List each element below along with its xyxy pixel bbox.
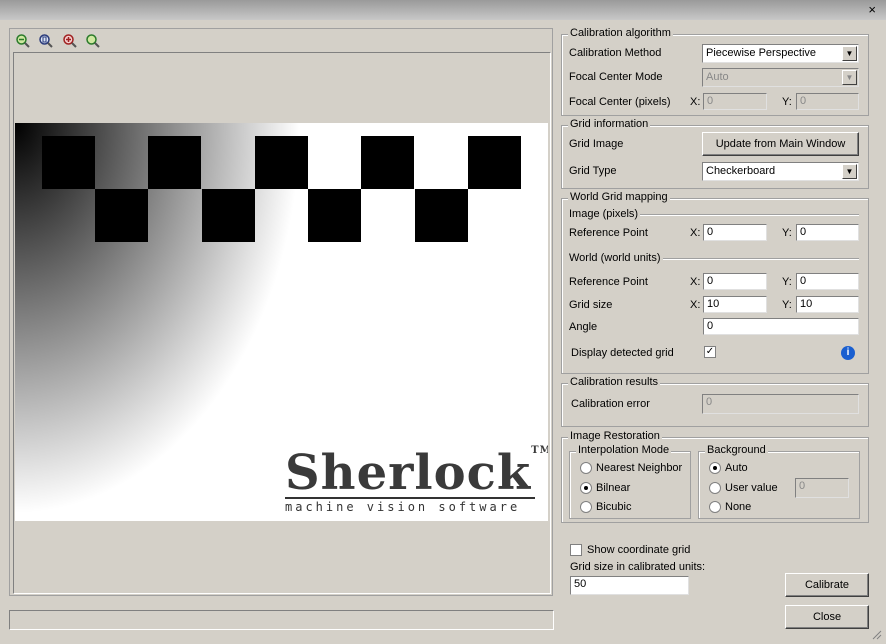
image-reference-x-input[interactable]: 0 bbox=[703, 224, 767, 241]
calibration-method-value: Piecewise Perspective bbox=[706, 47, 817, 59]
group-title: Calibration results bbox=[568, 376, 661, 388]
group-title: Background bbox=[705, 444, 768, 456]
sherlock-logo: SherlockTM machine vision software bbox=[285, 445, 548, 514]
bilinear-radio[interactable] bbox=[580, 482, 592, 494]
chevron-down-icon[interactable]: ▼ bbox=[842, 164, 857, 179]
background-user-value-label: User value bbox=[725, 482, 778, 494]
checker-square bbox=[468, 136, 521, 189]
focal-center-mode-value: Auto bbox=[706, 71, 729, 83]
world-reference-y-input[interactable]: 0 bbox=[796, 273, 859, 290]
angle-label: Angle bbox=[569, 321, 598, 333]
checker-square bbox=[308, 189, 361, 242]
background-none-radio[interactable] bbox=[709, 501, 721, 513]
calibration-method-select[interactable]: Piecewise Perspective ▼ bbox=[702, 44, 859, 63]
x-label: X: bbox=[690, 299, 701, 311]
x-label: X: bbox=[690, 96, 701, 108]
bicubic-label: Bicubic bbox=[596, 501, 632, 513]
group-title: Image Restoration bbox=[568, 430, 662, 442]
close-button[interactable]: Close bbox=[785, 605, 869, 629]
background-auto-label: Auto bbox=[725, 462, 748, 474]
background-user-value-input[interactable]: 0 bbox=[795, 478, 849, 498]
status-bar bbox=[9, 610, 554, 630]
grid-image: SherlockTM machine vision software bbox=[15, 123, 548, 521]
world-reference-x-input[interactable]: 0 bbox=[703, 273, 767, 290]
image-pixels-section-label: Image (pixels) bbox=[569, 208, 639, 220]
background-none-label: None bbox=[725, 501, 752, 513]
focal-center-mode-label: Focal Center Mode bbox=[569, 71, 663, 83]
checker-square bbox=[95, 189, 148, 242]
y-label: Y: bbox=[782, 227, 792, 239]
image-reference-y-input[interactable]: 0 bbox=[796, 224, 859, 241]
grid-size-calibrated-units-input[interactable]: 50 bbox=[570, 576, 689, 595]
grid-size-calibrated-units-label: Grid size in calibrated units: bbox=[570, 561, 706, 573]
checker-square bbox=[148, 136, 201, 189]
background-auto-radio[interactable] bbox=[709, 462, 721, 474]
nearest-neighbor-label: Nearest Neighbor bbox=[596, 462, 683, 474]
focal-center-label: Focal Center (pixels) bbox=[569, 96, 671, 108]
y-label: Y: bbox=[782, 299, 792, 311]
close-window-icon[interactable]: × bbox=[868, 2, 876, 17]
section-separator bbox=[640, 214, 859, 215]
calibrate-button[interactable]: Calibrate bbox=[785, 573, 869, 597]
update-from-main-window-button[interactable]: Update from Main Window bbox=[702, 132, 859, 156]
calibration-method-label: Calibration Method bbox=[569, 47, 662, 59]
angle-input[interactable]: 0 bbox=[703, 318, 859, 335]
background-user-value-radio[interactable] bbox=[709, 482, 721, 494]
chevron-down-icon[interactable]: ▼ bbox=[842, 70, 857, 85]
show-coordinate-grid-label: Show coordinate grid bbox=[587, 544, 691, 556]
focal-center-mode-select[interactable]: Auto ▼ bbox=[702, 68, 859, 87]
display-detected-grid-label: Display detected grid bbox=[571, 347, 674, 359]
group-title: Interpolation Mode bbox=[576, 444, 672, 456]
show-coordinate-grid-checkbox[interactable] bbox=[570, 544, 582, 556]
group-title: Grid information bbox=[568, 118, 651, 130]
section-separator bbox=[663, 258, 859, 259]
nearest-neighbor-radio[interactable] bbox=[580, 462, 592, 474]
bicubic-radio[interactable] bbox=[580, 501, 592, 513]
checker-square bbox=[42, 136, 95, 189]
checker-square bbox=[202, 189, 255, 242]
world-reference-point-label: Reference Point bbox=[569, 276, 648, 288]
logo-name: SherlockTM bbox=[285, 445, 548, 501]
grid-size-x-input[interactable]: 10 bbox=[703, 296, 767, 313]
checker-square bbox=[255, 136, 308, 189]
grid-type-select[interactable]: Checkerboard ▼ bbox=[702, 162, 859, 181]
world-units-section-label: World (world units) bbox=[569, 252, 661, 264]
group-title: Calibration algorithm bbox=[568, 27, 673, 39]
x-label: X: bbox=[690, 276, 701, 288]
logo-tagline: machine vision software bbox=[285, 497, 535, 514]
focal-center-x-input[interactable]: 0 bbox=[703, 93, 767, 110]
calibration-error-label: Calibration error bbox=[571, 398, 650, 410]
chevron-down-icon[interactable]: ▼ bbox=[842, 46, 857, 61]
grid-type-label: Grid Type bbox=[569, 165, 617, 177]
info-icon[interactable]: i bbox=[841, 346, 855, 360]
logo-tm: TM bbox=[531, 445, 548, 456]
display-detected-grid-checkbox[interactable]: ✓ bbox=[704, 346, 716, 358]
image-reference-point-label: Reference Point bbox=[569, 227, 648, 239]
grid-image-label: Grid Image bbox=[569, 138, 624, 150]
grid-size-label: Grid size bbox=[569, 299, 613, 311]
logo-name-text: Sherlock bbox=[285, 445, 532, 501]
grid-type-value: Checkerboard bbox=[706, 165, 776, 177]
resize-grip-icon[interactable] bbox=[870, 628, 882, 640]
grid-size-y-input[interactable]: 10 bbox=[796, 296, 859, 313]
focal-center-y-input[interactable]: 0 bbox=[796, 93, 859, 110]
bilinear-label: Bilnear bbox=[596, 482, 631, 494]
x-label: X: bbox=[690, 227, 701, 239]
group-title: World Grid mapping bbox=[568, 191, 670, 203]
y-label: Y: bbox=[782, 276, 792, 288]
title-bar: × bbox=[0, 0, 886, 20]
calibration-error-value: 0 bbox=[702, 394, 859, 414]
checker-square bbox=[361, 136, 414, 189]
y-label: Y: bbox=[782, 96, 792, 108]
checker-square bbox=[415, 189, 468, 242]
